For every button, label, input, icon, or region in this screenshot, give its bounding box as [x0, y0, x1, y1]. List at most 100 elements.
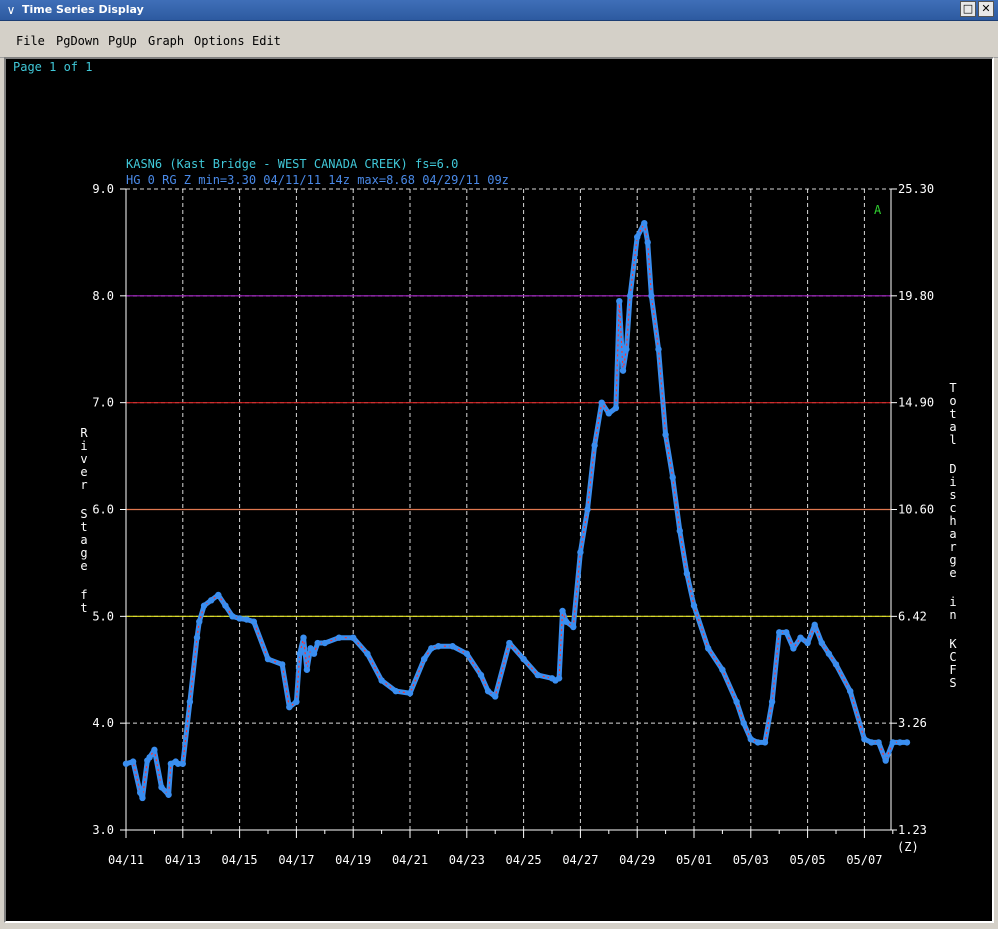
data-point [705, 645, 712, 652]
data-point [196, 618, 203, 625]
y-tick-label: 9.0 [92, 182, 114, 196]
data-point [520, 655, 527, 663]
data-point [186, 698, 194, 705]
axis-title-char: e [949, 566, 956, 580]
data-point [378, 677, 385, 684]
data-point [151, 746, 158, 754]
data-point [421, 655, 428, 663]
data-point [406, 690, 414, 697]
data-point [619, 367, 627, 374]
data-point [435, 643, 442, 650]
data-point [477, 671, 485, 679]
data-point [616, 297, 623, 305]
x-tick-label: 05/03 [733, 853, 769, 867]
data-point [733, 698, 740, 705]
data-point [559, 607, 566, 615]
data-point [790, 645, 797, 652]
y-tick-label: 7.0 [92, 396, 114, 410]
axis-title-char: D [949, 462, 956, 476]
data-point [797, 634, 804, 641]
data-point [896, 739, 904, 746]
axis-title-char: t [80, 520, 87, 534]
data-point [662, 431, 669, 438]
data-point [321, 639, 328, 647]
axis-title-char: f [80, 588, 87, 602]
data-point [463, 650, 470, 657]
y-right-tick-label: 14.90 [898, 396, 934, 410]
axis-title-char: l [949, 433, 956, 447]
data-point [215, 591, 222, 599]
x-tick-label: 04/11 [108, 853, 144, 867]
time-series-chart: Page 1 of 1 KASN6 (Kast Bridge - WEST CA… [13, 60, 957, 867]
axes [120, 188, 897, 838]
data-point [669, 474, 676, 481]
axis-title-char: o [949, 394, 956, 408]
data-point [861, 735, 868, 743]
data-point [229, 613, 236, 620]
data-point [768, 698, 776, 705]
chart-title: KASN6 (Kast Bridge - WEST CANADA CREEK) … [126, 157, 458, 171]
data-point [847, 687, 854, 695]
data-point [129, 758, 137, 765]
axis-title-char: r [949, 540, 956, 554]
data-point [264, 655, 272, 663]
data-point [882, 757, 889, 764]
data-point [648, 292, 655, 300]
y-tick-label: 6.0 [92, 503, 114, 517]
data-point [310, 650, 318, 657]
axis-title-char: e [80, 465, 87, 479]
data-point [222, 602, 229, 609]
data-point [300, 634, 307, 641]
data-point [584, 506, 591, 513]
data-point [165, 791, 172, 798]
y-tick-label: 8.0 [92, 289, 114, 303]
data-point [428, 645, 435, 652]
y-right-tick-label: 19.80 [898, 289, 934, 303]
data-point [655, 346, 662, 353]
data-point [307, 645, 314, 652]
y-tick-label: 3.0 [92, 823, 114, 837]
x-tick-label: 04/19 [335, 853, 371, 867]
y-right-tick-label: 25.30 [898, 182, 934, 196]
axis-title-char: R [80, 426, 88, 440]
page-label: Page 1 of 1 [13, 60, 92, 74]
data-point [484, 687, 492, 695]
axis-title-char: h [949, 514, 956, 528]
data-point [286, 703, 293, 711]
axis-labels: 3.0 1.23 4.0 3.26 5.0 6.42 6.0 10.60 7.0 14.90 8.0… [80, 182, 957, 867]
axis-title-char: K [949, 637, 957, 651]
data-point [598, 399, 605, 406]
data-point [690, 602, 698, 609]
data-point [740, 719, 747, 727]
data-point [250, 618, 257, 625]
x-tick-label: 04/21 [392, 853, 428, 867]
data-point [868, 739, 875, 746]
axis-title-char: F [949, 663, 956, 677]
x-tick-label: 04/13 [165, 853, 201, 867]
data-point [747, 735, 754, 743]
y-axis-right-title: TotalDischargeinKCFS [949, 381, 957, 690]
data-point [146, 754, 153, 761]
axis-title-char: n [949, 608, 956, 622]
data-point [350, 634, 357, 641]
data-point [364, 650, 371, 657]
data-point [158, 784, 165, 791]
axis-title-char: i [80, 439, 87, 453]
data-point [605, 410, 612, 417]
data-point [612, 404, 620, 412]
axis-title-char: a [949, 420, 956, 434]
data-point [303, 666, 311, 673]
data-point [804, 639, 811, 647]
x-tick-label: 05/07 [846, 853, 882, 867]
data-point [296, 650, 304, 657]
x-axis-unit: (Z) [897, 840, 919, 854]
data-point [683, 570, 691, 577]
y-right-tick-label: 6.42 [898, 609, 927, 623]
data-point [179, 760, 186, 767]
data-point [193, 634, 201, 641]
marker-label: A [874, 203, 882, 217]
axis-title-char: a [80, 533, 87, 547]
x-tick-label: 04/29 [619, 853, 655, 867]
data-point [719, 666, 726, 673]
data-point [591, 442, 598, 449]
